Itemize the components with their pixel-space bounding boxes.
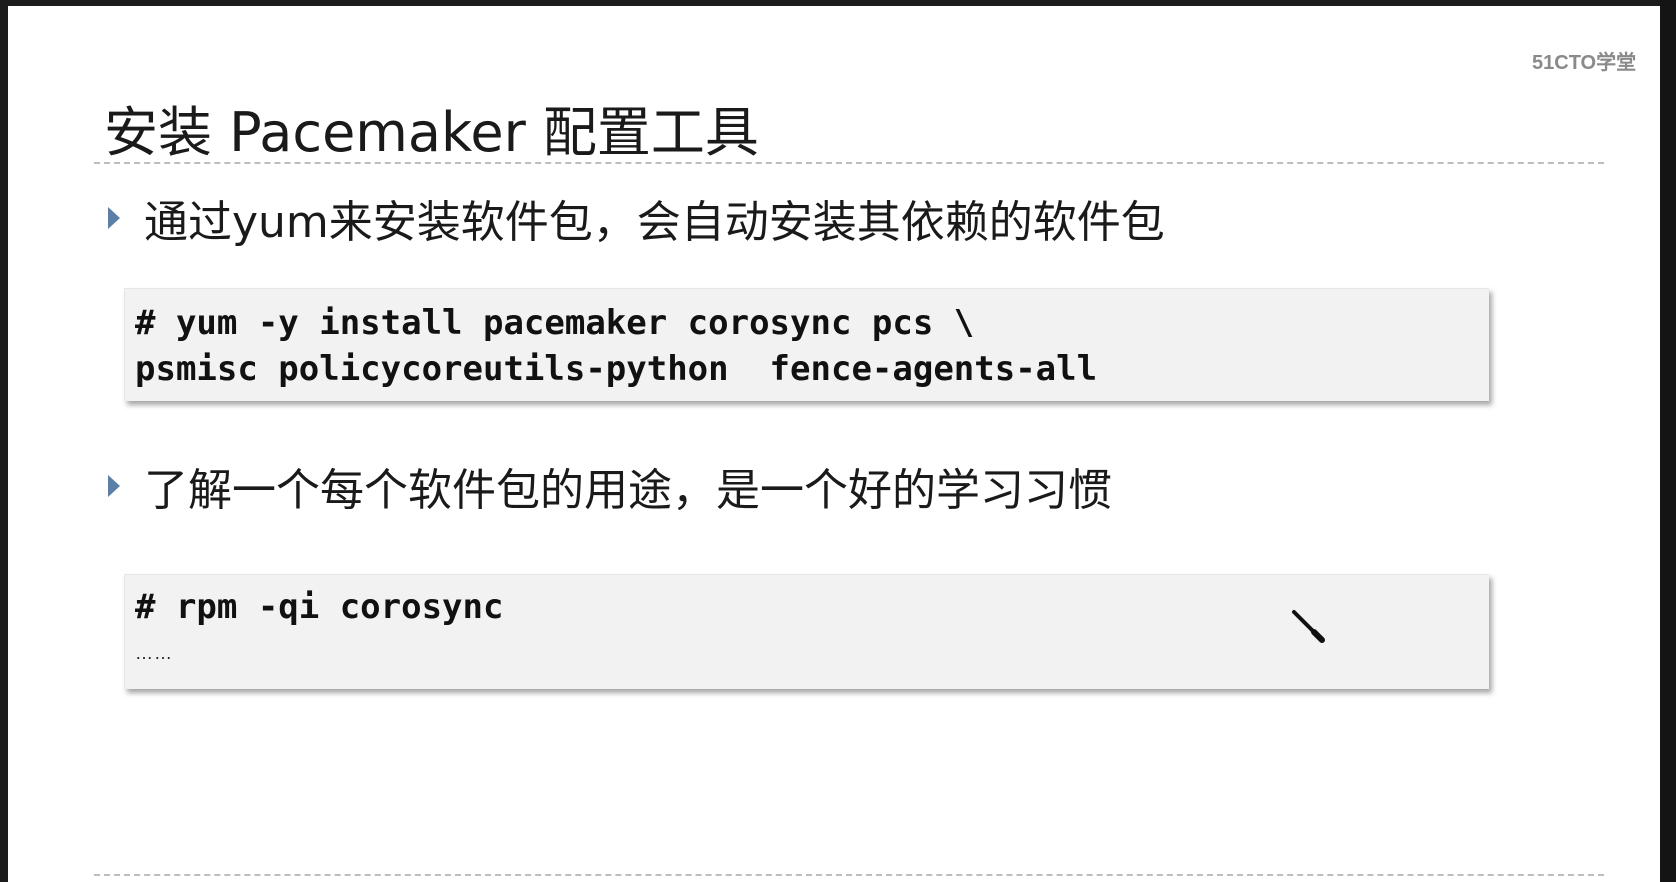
bullet-item: 通过yum来安装软件包，会自动安装其依赖的软件包 (108, 186, 1165, 250)
triangle-right-icon (108, 475, 120, 497)
slide-title: 安装 Pacemaker 配置工具 (104, 101, 759, 164)
code-line: # rpm -qi corosync (135, 587, 504, 627)
pen-cursor-icon (1292, 610, 1325, 643)
screen-frame: 51CTO学堂 安装 Pacemaker 配置工具 通过yum来安装软件包，会自… (0, 0, 1676, 882)
code-line: psmisc policycoreutils-python fence-agen… (135, 349, 1098, 389)
code-line: # yum -y install pacemaker corosync pcs … (135, 303, 975, 343)
window-edge (1660, 0, 1676, 882)
title-divider (94, 162, 1604, 164)
presentation-slide: 51CTO学堂 安装 Pacemaker 配置工具 通过yum来安装软件包，会自… (8, 6, 1660, 882)
bullet-text: 通过yum来安装软件包，会自动安装其依赖的软件包 (144, 197, 1165, 248)
bullet-item: 了解一个每个软件包的用途，是一个好的学习习惯 (108, 454, 1112, 518)
bullet-text: 了解一个每个软件包的用途，是一个好的学习习惯 (144, 465, 1112, 516)
code-ellipsis: …… (135, 643, 173, 663)
footer-divider (94, 874, 1604, 876)
code-block-install: # yum -y install pacemaker corosync pcs … (124, 288, 1489, 401)
triangle-right-icon (108, 207, 120, 229)
brand-logo: 51CTO学堂 (1532, 52, 1637, 74)
code-block-query: # rpm -qi corosync …… (124, 574, 1489, 689)
